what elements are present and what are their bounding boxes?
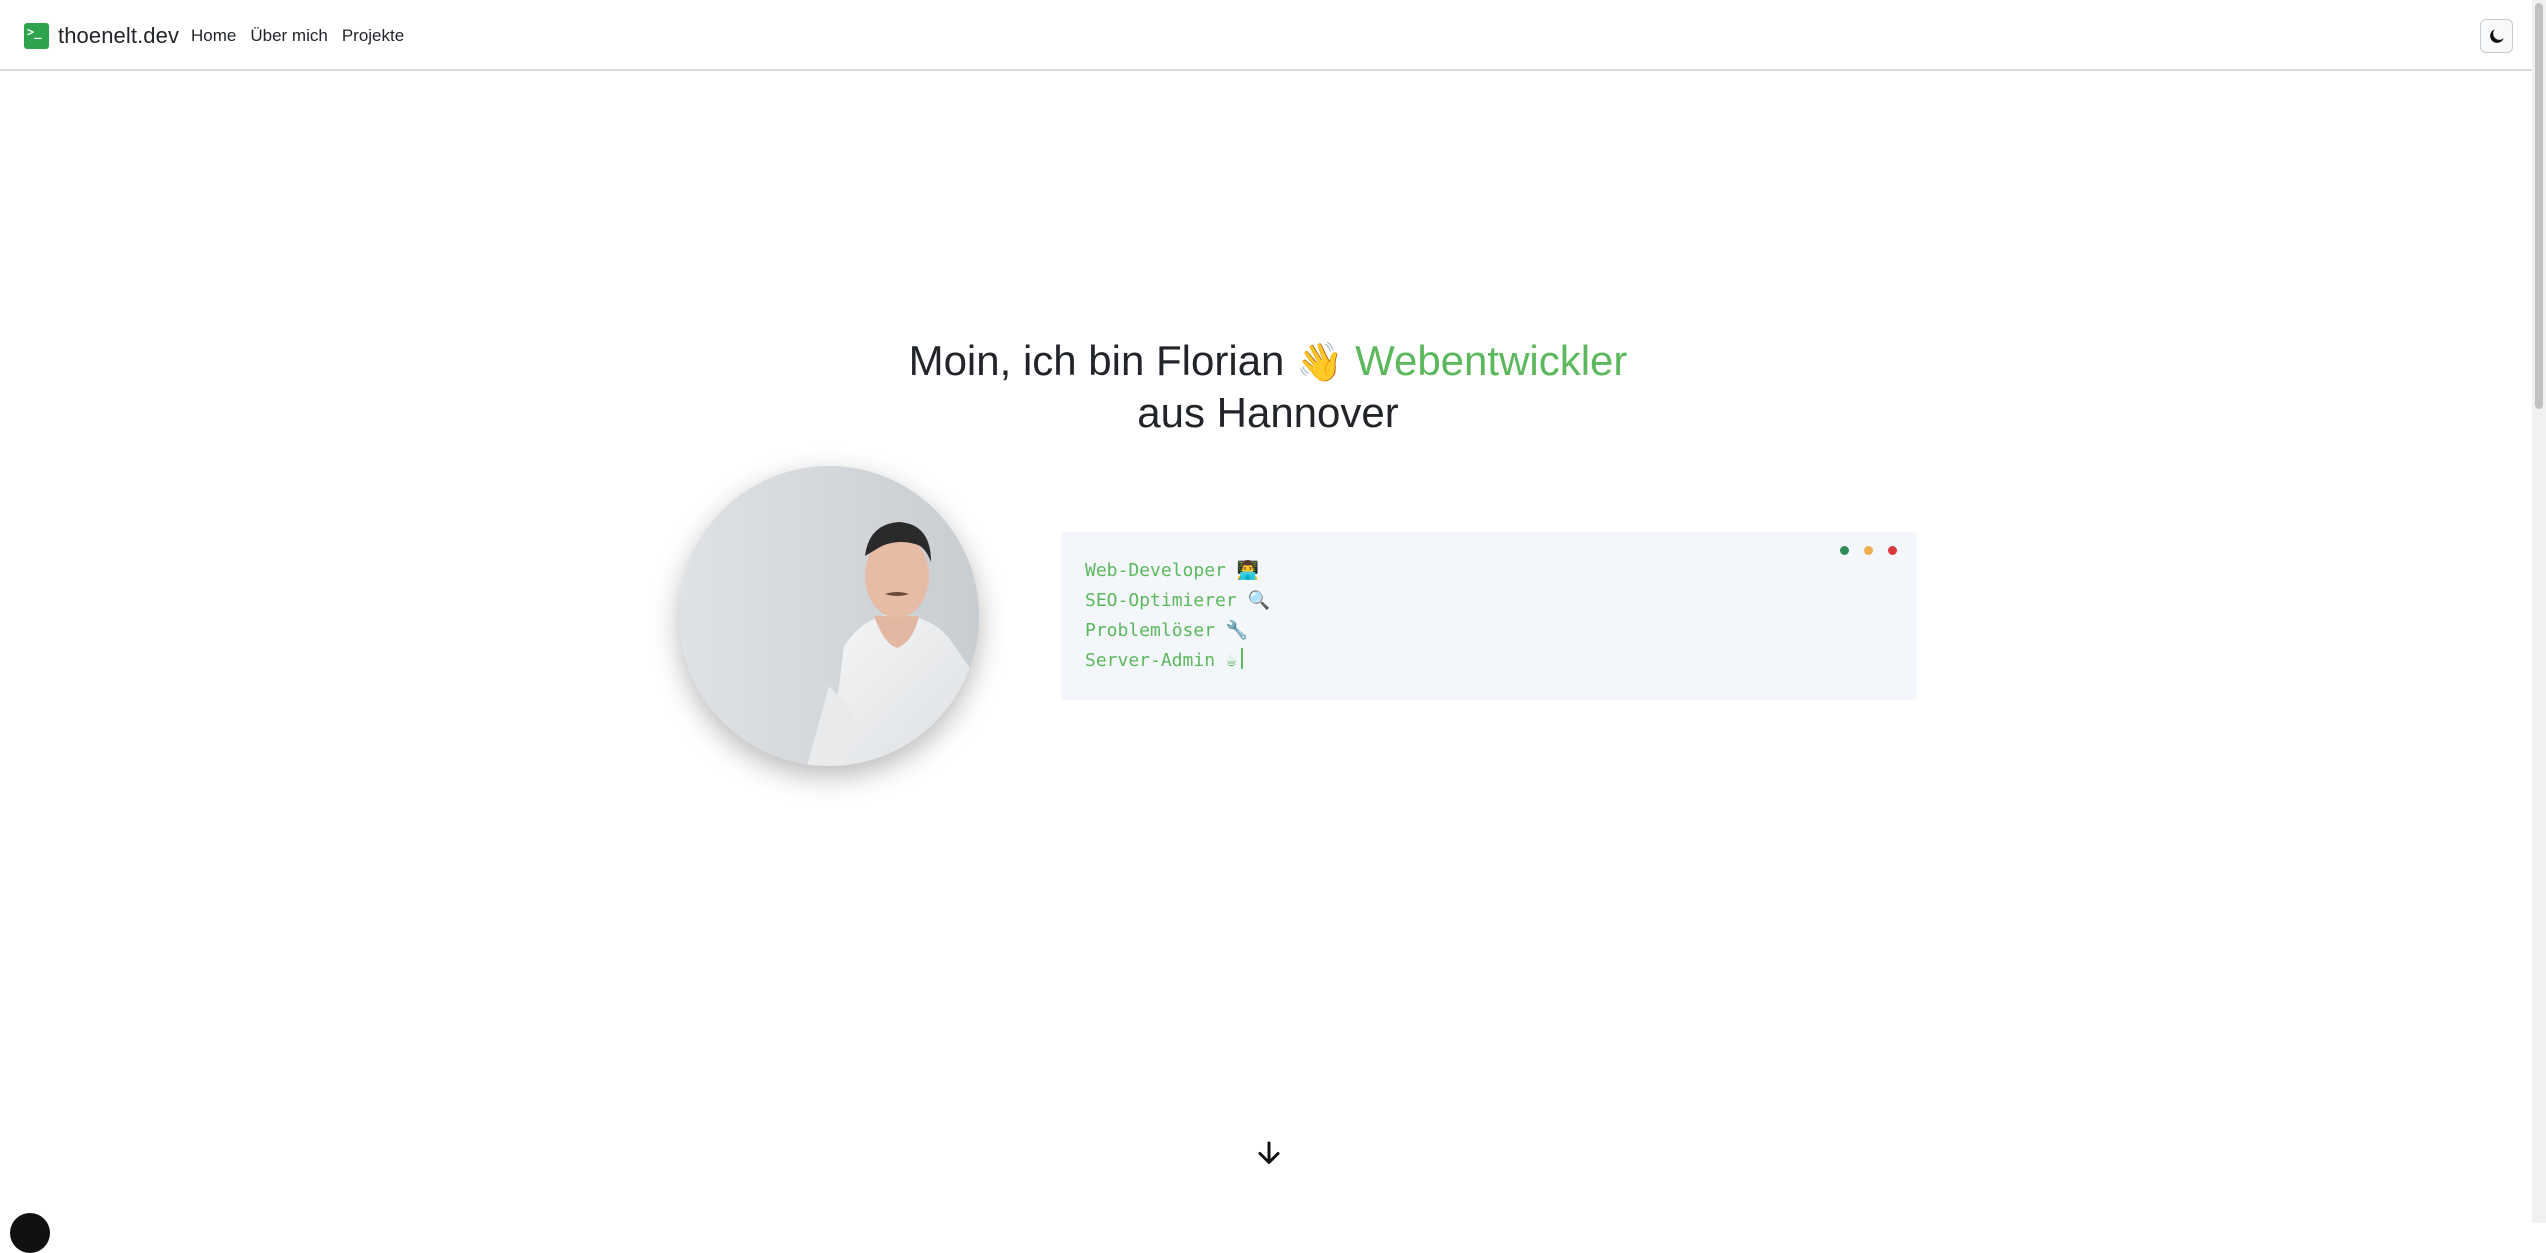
hero-greeting: Moin, ich bin Florian [908,337,1285,384]
scrollbar-thumb[interactable] [2535,3,2543,409]
hero-location: aus Hannover [1137,389,1399,436]
profile-photo [679,466,979,766]
nav-links: Home Über mich Projekte [191,24,418,48]
theme-toggle-button[interactable] [2480,19,2513,53]
hero-accent-role: Webentwickler [1355,337,1628,384]
terminal-line: Web-Developer 👨‍💻 [1085,560,1260,581]
arrow-down-icon[interactable] [1256,1140,1282,1166]
terminal-line-last: Server-Admin ☕ [1085,646,1893,676]
top-navbar: >_ thoenelt.dev Home Über mich Projekte [0,0,2546,71]
terminal-line: SEO-Optimierer 🔍 [1085,590,1270,611]
nav-link-projects[interactable]: Projekte [342,24,404,48]
hero-heading: Moin, ich bin Florian 👋 Webentwickler au… [0,336,2536,437]
brand-link[interactable]: >_ thoenelt.dev [24,20,179,52]
brand-name: thoenelt.dev [58,23,180,48]
terminal-dot-yellow [1864,546,1873,555]
terminal-line: Problemlöser 🔧 [1085,620,1249,641]
terminal-dot-red [1888,546,1897,555]
profile-photo-illustration [679,466,979,766]
terminal-line-text: Server-Admin ☕ [1085,650,1237,671]
nav-link-home[interactable]: Home [191,24,236,48]
typing-cursor [1240,648,1243,669]
terminal-logo-icon: >_ [24,23,49,49]
terminal-lines: Web-Developer 👨‍💻 SEO-Optimierer 🔍 Probl… [1085,556,1893,676]
corner-widget-button[interactable] [10,1213,50,1253]
nav-link-about[interactable]: Über mich [250,24,327,48]
terminal-typing-box: Web-Developer 👨‍💻 SEO-Optimierer 🔍 Probl… [1061,532,1917,700]
waving-hand-icon: 👋 [1296,342,1344,384]
moon-icon [2489,29,2504,43]
terminal-window-dots [1840,546,1897,555]
terminal-dot-green [1840,546,1849,555]
page-scrollbar[interactable] [2532,0,2546,1223]
